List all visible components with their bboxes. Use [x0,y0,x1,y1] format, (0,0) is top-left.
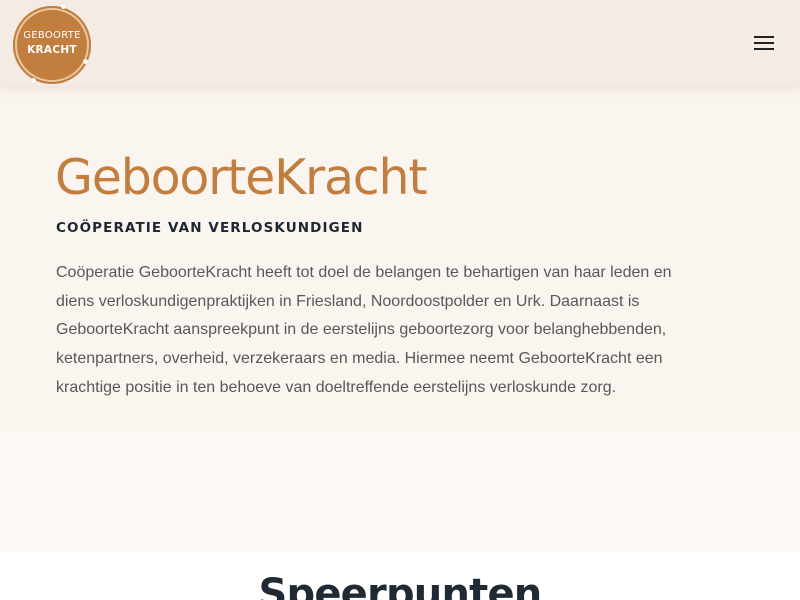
section-title: Speerpunten [258,571,543,600]
logo-dot-decoration [61,4,66,9]
menu-bar [754,48,774,50]
logo-dot-decoration [83,59,88,64]
menu-bar [754,42,774,44]
spacer-band [0,432,800,552]
menu-bar [754,36,774,38]
logo-dot-decoration [31,78,36,83]
hamburger-menu-icon[interactable] [750,30,778,56]
intro-paragraph: Coöperatie GeboorteKracht heeft tot doel… [56,264,672,396]
logo-text-line2: KRACHT [27,44,77,56]
site-header: GEBOORTE KRACHT [0,0,800,86]
site-logo[interactable]: GEBOORTE KRACHT [13,4,91,84]
page-subtitle: COÖPERATIE VAN VERLOSKUNDIGEN [56,220,364,236]
hero-section: GeboorteKracht COÖPERATIE VAN VERLOSKUND… [0,86,800,432]
speerpunten-section: Speerpunten [0,552,800,600]
page-title: GeboorteKracht [55,149,428,206]
page: GEBOORTE KRACHT GeboorteKracht COÖPERATI… [0,0,800,600]
logo-text-line1: GEBOORTE [23,30,81,41]
